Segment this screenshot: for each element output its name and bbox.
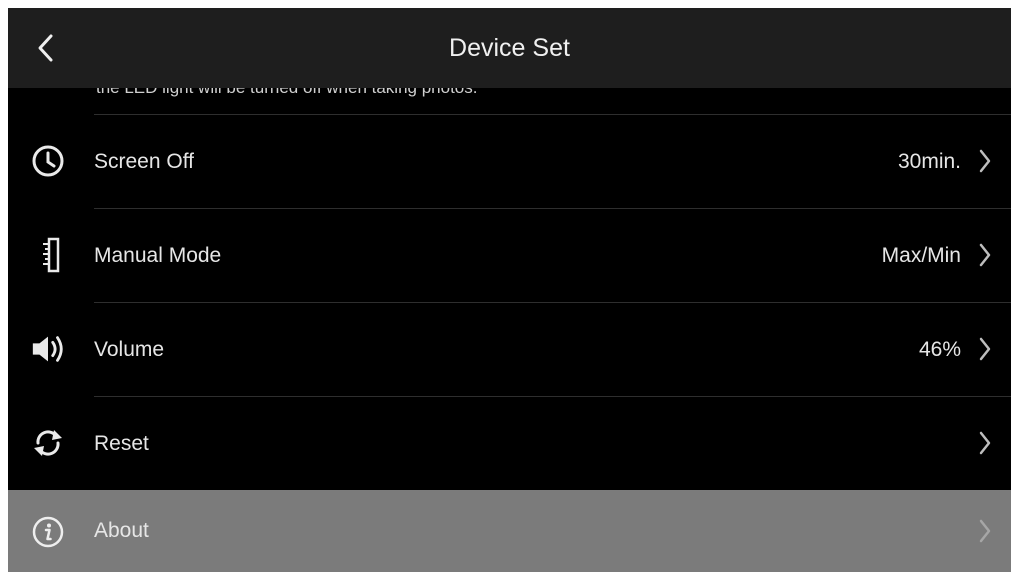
chevron-right-icon xyxy=(971,241,999,269)
setting-label: Screen Off xyxy=(94,149,194,173)
chevron-right-icon xyxy=(971,147,999,175)
clock-icon xyxy=(30,143,66,179)
chevron-right-icon xyxy=(971,429,999,457)
chevron-right-icon xyxy=(971,335,999,363)
setting-label: Manual Mode xyxy=(94,243,222,267)
setting-row-about[interactable]: About xyxy=(8,490,1011,572)
setting-value: 30min. xyxy=(897,149,961,173)
setting-value: 46% xyxy=(918,337,961,361)
chevron-left-icon xyxy=(38,34,53,62)
chevron-right-icon xyxy=(971,517,999,545)
setting-row-volume[interactable]: Volume 46% xyxy=(8,303,1011,396)
setting-value: Max/Min xyxy=(881,243,961,267)
device-settings-screen: Device Set the LED light will be turned … xyxy=(8,8,1011,572)
info-icon xyxy=(30,514,66,550)
setting-row-manual-mode[interactable]: Manual Mode Max/Min xyxy=(8,209,1011,302)
partial-description-row: the LED light will be turned off when ta… xyxy=(8,88,1011,114)
setting-label: Reset xyxy=(94,431,149,455)
setting-label: Volume xyxy=(94,337,165,361)
ruler-icon xyxy=(30,237,66,273)
setting-row-screen-off[interactable]: Screen Off 30min. xyxy=(8,115,1011,208)
top-bar: Device Set xyxy=(8,8,1011,88)
reset-icon xyxy=(30,425,66,461)
page-title: Device Set xyxy=(449,33,570,62)
setting-label: About xyxy=(94,519,149,542)
setting-row-reset[interactable]: Reset xyxy=(8,397,1011,490)
speaker-icon xyxy=(30,331,66,367)
back-button[interactable] xyxy=(26,28,66,68)
partial-description-text: the LED light will be turned off when ta… xyxy=(96,88,477,98)
